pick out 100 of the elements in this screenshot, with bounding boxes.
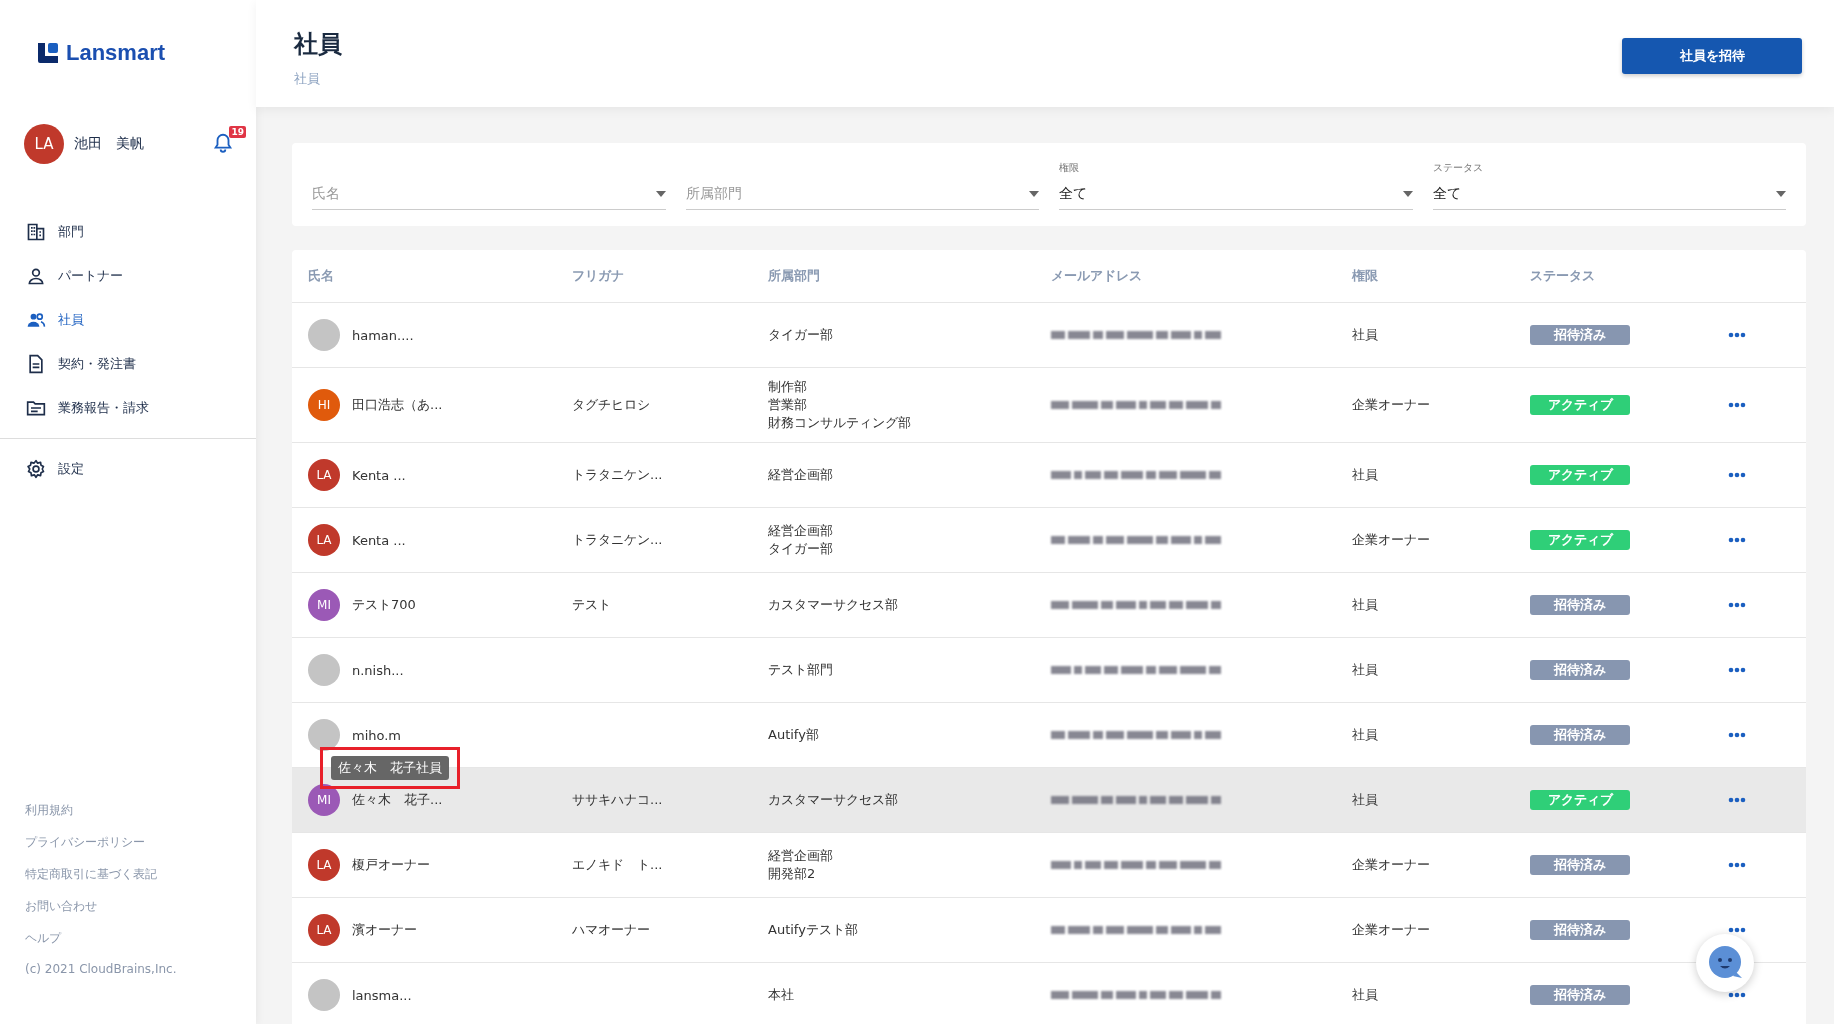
user-avatar: LA bbox=[24, 124, 64, 164]
role-cell-text: 企業オーナー bbox=[1352, 921, 1431, 939]
furigana-cell: ササキハナコ... bbox=[572, 792, 663, 807]
nav-item[interactable]: パートナー bbox=[0, 254, 256, 298]
avatar: LA bbox=[308, 849, 340, 881]
name-cell[interactable]: 佐々木 花子... bbox=[352, 791, 443, 809]
tooltip: 佐々木 花子社員 bbox=[331, 756, 449, 780]
department-cell-text: 制作部 bbox=[768, 378, 808, 396]
department-cell-text: 営業部 bbox=[768, 396, 808, 414]
select-field[interactable]: ステータス 全て bbox=[1432, 161, 1786, 210]
nav-item[interactable]: 契約・発注書 bbox=[0, 342, 256, 386]
name-cell[interactable]: lansma... bbox=[352, 987, 412, 1003]
more-icon[interactable] bbox=[1728, 862, 1746, 868]
name-cell[interactable]: n.nish... bbox=[352, 662, 404, 678]
role-cell-text: 企業オーナー bbox=[1352, 396, 1431, 414]
column-header: ステータス bbox=[1530, 267, 1596, 285]
department-cell-text: 経営企画部 bbox=[768, 522, 834, 540]
field-label: ステータス bbox=[1432, 161, 1484, 175]
avatar: LA bbox=[308, 459, 340, 491]
select-field[interactable]: 権限 全て bbox=[1059, 161, 1413, 210]
department-cell-text: タイガー部 bbox=[768, 540, 834, 558]
invite-button[interactable]: 社員を招待 bbox=[1622, 38, 1802, 74]
dropdown-caret-icon bbox=[1402, 191, 1413, 197]
field-label: 権限 bbox=[1059, 161, 1080, 175]
more-icon[interactable] bbox=[1728, 732, 1746, 738]
role-cell-text: 社員 bbox=[1352, 326, 1379, 344]
column-header: 権限 bbox=[1352, 267, 1379, 285]
logo-icon bbox=[36, 41, 60, 65]
select-placeholder: 所属部門 bbox=[685, 185, 742, 203]
role-cell-text: 社員 bbox=[1352, 791, 1379, 809]
dropdown-caret-icon bbox=[1776, 191, 1786, 197]
department-cell-text: タイガー部 bbox=[768, 326, 834, 344]
status-badge: 招待済み bbox=[1530, 855, 1630, 875]
more-icon[interactable] bbox=[1728, 332, 1746, 338]
column-header: 所属部門 bbox=[768, 267, 821, 285]
status-badge: 招待済み bbox=[1530, 325, 1630, 345]
name-cell[interactable]: テスト700 bbox=[352, 596, 416, 614]
avatar: MI bbox=[308, 784, 340, 816]
role-cell-text: 社員 bbox=[1352, 596, 1379, 614]
status-badge: 招待済み bbox=[1530, 725, 1630, 745]
nav-item[interactable]: 社員 bbox=[0, 298, 256, 342]
name-cell[interactable]: haman.... bbox=[352, 327, 414, 343]
select-value: 全て bbox=[1432, 185, 1461, 203]
department-cell-text: テスト部門 bbox=[768, 661, 834, 679]
settings-icon bbox=[26, 459, 46, 479]
avatar: HI bbox=[308, 389, 340, 421]
status-badge: アクティブ bbox=[1530, 530, 1630, 550]
more-icon[interactable] bbox=[1728, 992, 1746, 998]
nav-item[interactable]: 部門 bbox=[0, 210, 256, 254]
department-cell-text: 財務コンサルティング部 bbox=[768, 414, 912, 432]
avatar: LA bbox=[308, 524, 340, 556]
name-cell[interactable]: Kenta ... bbox=[352, 467, 406, 483]
more-icon[interactable] bbox=[1728, 927, 1746, 933]
more-icon[interactable] bbox=[1728, 797, 1746, 803]
more-icon[interactable] bbox=[1728, 667, 1746, 673]
furigana-cell: トラタニケン... bbox=[572, 467, 663, 482]
more-icon[interactable] bbox=[1728, 537, 1746, 543]
department-cell-text: Autifyテスト部 bbox=[768, 921, 859, 939]
status-badge: アクティブ bbox=[1530, 790, 1630, 810]
status-badge: 招待済み bbox=[1530, 920, 1630, 940]
person-icon bbox=[26, 266, 46, 286]
name-cell[interactable]: Kenta ... bbox=[352, 532, 406, 548]
furigana-cell: ハマオーナー bbox=[572, 922, 650, 937]
name-cell[interactable]: miho.m bbox=[352, 727, 402, 743]
more-icon[interactable] bbox=[1728, 602, 1746, 608]
furigana-cell: トラタニケン... bbox=[572, 532, 663, 547]
logo-text: Lansmart bbox=[66, 40, 166, 66]
role-cell-text: 社員 bbox=[1352, 466, 1379, 484]
furigana-cell: タグチヒロシ bbox=[572, 397, 650, 412]
furigana-cell: エノキド ト... bbox=[572, 857, 663, 872]
select-value: 全て bbox=[1059, 185, 1087, 203]
column-header: メールアドレス bbox=[1051, 267, 1143, 285]
status-badge: アクティブ bbox=[1530, 465, 1630, 485]
notification-count: 19 bbox=[229, 126, 246, 138]
name-cell[interactable]: 田口浩志（あ... bbox=[352, 396, 443, 414]
page-title: 社員 bbox=[294, 29, 342, 60]
department-cell-text: 開発部2 bbox=[768, 865, 817, 883]
avatar: LA bbox=[308, 914, 340, 946]
role-cell-text: 社員 bbox=[1352, 726, 1379, 744]
name-cell[interactable]: 濱オーナー bbox=[352, 921, 417, 939]
role-cell-text: 企業オーナー bbox=[1352, 531, 1431, 549]
nav-item[interactable]: 設定 bbox=[0, 447, 256, 491]
folder-icon bbox=[26, 398, 46, 418]
department-cell-text: 経営企画部 bbox=[768, 466, 834, 484]
select-placeholder: 氏名 bbox=[312, 185, 340, 203]
bell-icon[interactable] bbox=[212, 132, 234, 154]
department-cell-text: 本社 bbox=[768, 986, 795, 1004]
status-badge: 招待済み bbox=[1530, 660, 1630, 680]
status-badge: 招待済み bbox=[1530, 595, 1630, 615]
column-header: フリガナ bbox=[572, 267, 625, 285]
name-cell[interactable]: 榎戸オーナー bbox=[352, 856, 430, 874]
more-icon[interactable] bbox=[1728, 402, 1746, 408]
avatar: MI bbox=[308, 589, 340, 621]
dropdown-caret-icon bbox=[655, 191, 666, 197]
column-header: 氏名 bbox=[308, 267, 335, 285]
department-cell-text: カスタマーサクセス部 bbox=[768, 596, 899, 614]
copyright-text: (c) 2021 CloudBrains,Inc. bbox=[25, 962, 178, 976]
furigana-cell: テスト bbox=[572, 597, 611, 612]
nav-item[interactable]: 業務報告・請求 bbox=[0, 386, 256, 430]
more-icon[interactable] bbox=[1728, 472, 1746, 478]
